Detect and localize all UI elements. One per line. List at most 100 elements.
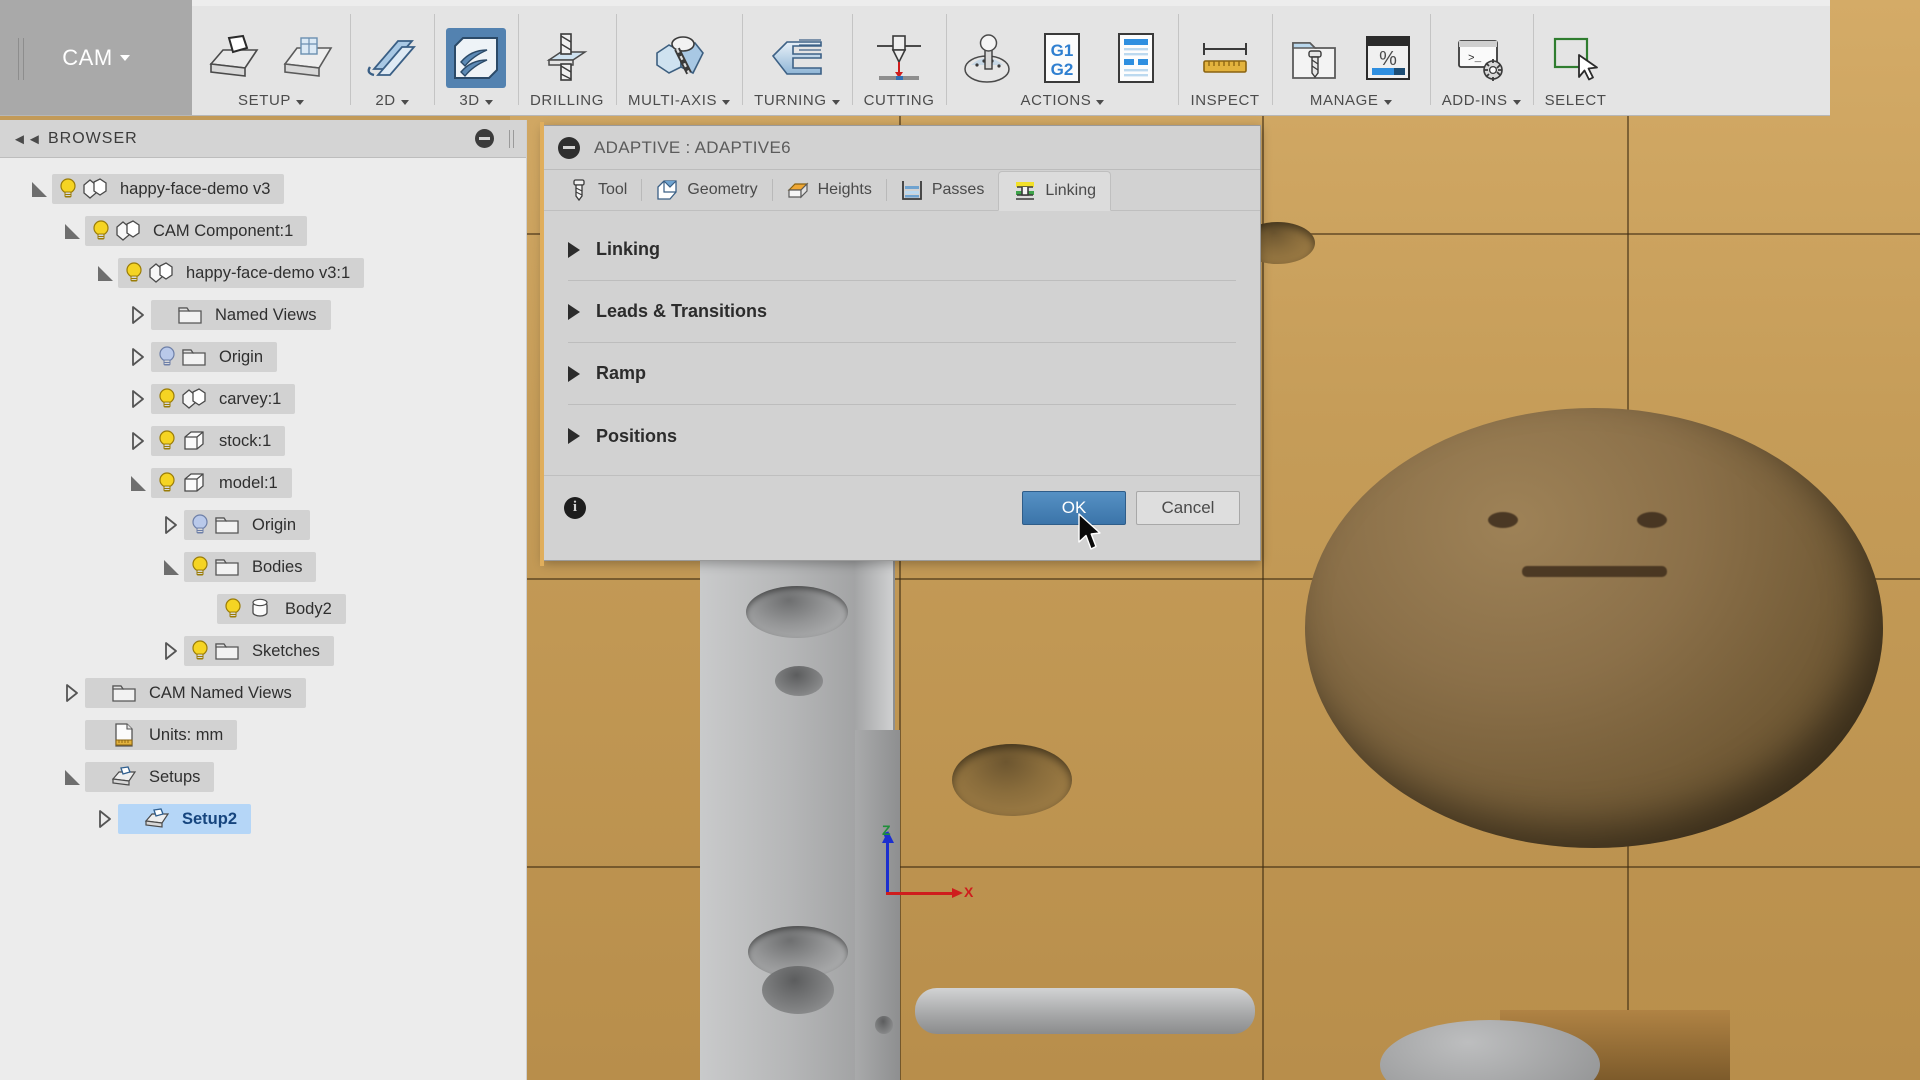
tree-expand-arrow-closed-icon[interactable]: [92, 810, 118, 828]
cancel-button[interactable]: Cancel: [1136, 491, 1240, 525]
tab-passes[interactable]: Passes: [886, 170, 998, 210]
pilot-hole: [775, 666, 823, 696]
tree-expand-arrow-open-icon[interactable]: [59, 770, 85, 785]
lightbulb-on-icon[interactable]: [151, 429, 177, 453]
tree-expand-arrow-open-icon[interactable]: [158, 560, 184, 575]
tree-row[interactable]: Body2: [0, 588, 526, 630]
section-positions[interactable]: Positions: [568, 405, 1236, 467]
tab-geometry[interactable]: Geometry: [641, 170, 771, 210]
tab-linking[interactable]: Linking: [998, 171, 1111, 211]
ok-button[interactable]: OK: [1022, 491, 1126, 525]
tree-expand-arrow-open-icon[interactable]: [26, 182, 52, 197]
tree-row[interactable]: stock:1: [0, 420, 526, 462]
section-ramp[interactable]: Ramp: [568, 343, 1236, 405]
tree-item-named-views[interactable]: Named Views: [151, 300, 331, 330]
tree-row[interactable]: happy-face-demo v3:1: [0, 252, 526, 294]
tree-item-carvey-1[interactable]: carvey:1: [151, 384, 295, 414]
tree-item-label: stock:1: [207, 432, 271, 451]
tree-item-cam-component-1[interactable]: CAM Component:1: [85, 216, 307, 246]
tree-row[interactable]: Setups: [0, 756, 526, 798]
tree-expand-arrow-open-icon[interactable]: [59, 224, 85, 239]
tree-expand-arrow-closed-icon[interactable]: [158, 516, 184, 534]
panel-resize-grip[interactable]: [508, 130, 516, 148]
tool-library-icon[interactable]: [1284, 28, 1344, 88]
double-chevron-left-icon[interactable]: ◄◄: [12, 131, 42, 148]
tree-item-stock-1[interactable]: stock:1: [151, 426, 285, 456]
lightbulb-on-icon[interactable]: [118, 261, 144, 285]
info-icon[interactable]: i: [564, 497, 586, 519]
tree-row[interactable]: Bodies: [0, 546, 526, 588]
units-document-icon: [107, 723, 137, 747]
tree-item-setups[interactable]: Setups: [85, 762, 214, 792]
minimize-circle-icon[interactable]: [558, 137, 580, 159]
lightbulb-on-icon[interactable]: [151, 471, 177, 495]
workspace-switcher-cam[interactable]: CAM: [0, 0, 192, 115]
tree-item-happy-face-demo-v3[interactable]: happy-face-demo v3: [52, 174, 284, 204]
tree-item-origin[interactable]: Origin: [184, 510, 310, 540]
tree-item-label: Origin: [207, 348, 263, 367]
tree-item-setup2[interactable]: Setup2: [118, 804, 251, 834]
section-expand-arrow-icon[interactable]: [568, 428, 580, 444]
lightbulb-on-icon[interactable]: [184, 555, 210, 579]
section-expand-arrow-icon[interactable]: [568, 242, 580, 258]
lightbulb-off-icon[interactable]: [184, 513, 210, 537]
tree-item-body2[interactable]: Body2: [217, 594, 346, 624]
select-cursor-icon[interactable]: [1546, 28, 1606, 88]
tree-row[interactable]: model:1: [0, 462, 526, 504]
tree-row[interactable]: Origin: [0, 504, 526, 546]
new-setup-icon[interactable]: [204, 28, 264, 88]
machining-time-percent-icon[interactable]: %: [1358, 28, 1418, 88]
lightbulb-on-icon[interactable]: [184, 639, 210, 663]
lightbulb-off-icon[interactable]: [151, 345, 177, 369]
tree-expand-arrow-closed-icon[interactable]: [59, 684, 85, 702]
tab-tool[interactable]: Tool: [554, 170, 641, 210]
dialog-titlebar[interactable]: ADAPTIVE : ADAPTIVE6: [544, 126, 1260, 170]
section-leads-transitions[interactable]: Leads & Transitions: [568, 281, 1236, 343]
section-expand-arrow-icon[interactable]: [568, 366, 580, 382]
setup-sheet-icon[interactable]: [1106, 28, 1166, 88]
2d-toolpath-icon[interactable]: [362, 28, 422, 88]
setup-folder-icon[interactable]: [278, 28, 338, 88]
tree-expand-arrow-closed-icon[interactable]: [158, 642, 184, 660]
tree-item-bodies[interactable]: Bodies: [184, 552, 316, 582]
tree-item-units-mm[interactable]: Units: mm: [85, 720, 237, 750]
tree-row[interactable]: Units: mm: [0, 714, 526, 756]
tree-item-origin[interactable]: Origin: [151, 342, 277, 372]
tree-item-sketches[interactable]: Sketches: [184, 636, 334, 666]
drilling-icon[interactable]: [537, 28, 597, 88]
tree-row[interactable]: CAM Component:1: [0, 210, 526, 252]
3d-toolpath-icon[interactable]: [446, 28, 506, 88]
turning-icon[interactable]: [767, 28, 827, 88]
post-process-g1g2-icon[interactable]: G1 G2: [1032, 28, 1092, 88]
tree-row[interactable]: Setup2: [0, 798, 526, 840]
tree-expand-arrow-closed-icon[interactable]: [125, 432, 151, 450]
tree-row[interactable]: Named Views: [0, 294, 526, 336]
toolbar-grip[interactable]: [18, 38, 27, 80]
tree-row[interactable]: CAM Named Views: [0, 672, 526, 714]
lightbulb-on-icon[interactable]: [85, 219, 111, 243]
tree-row[interactable]: Sketches: [0, 630, 526, 672]
lightbulb-on-icon[interactable]: [217, 597, 243, 621]
tree-row[interactable]: happy-face-demo v3: [0, 168, 526, 210]
lightbulb-on-icon[interactable]: [52, 177, 78, 201]
tree-expand-arrow-closed-icon[interactable]: [125, 348, 151, 366]
measure-ruler-icon[interactable]: [1195, 28, 1255, 88]
tree-expand-arrow-closed-icon[interactable]: [125, 390, 151, 408]
scripts-addins-icon[interactable]: >_: [1451, 28, 1511, 88]
tree-item-happy-face-demo-v3-1[interactable]: happy-face-demo v3:1: [118, 258, 364, 288]
multi-axis-icon[interactable]: [649, 28, 709, 88]
tree-item-model-1[interactable]: model:1: [151, 468, 292, 498]
tree-expand-arrow-open-icon[interactable]: [92, 266, 118, 281]
tree-item-cam-named-views[interactable]: CAM Named Views: [85, 678, 306, 708]
tab-heights[interactable]: Heights: [772, 170, 886, 210]
cutting-icon[interactable]: [869, 28, 929, 88]
minimize-circle-icon[interactable]: [475, 129, 494, 148]
section-expand-arrow-icon[interactable]: [568, 304, 580, 320]
lightbulb-on-icon[interactable]: [151, 387, 177, 411]
tree-row[interactable]: Origin: [0, 336, 526, 378]
tree-expand-arrow-closed-icon[interactable]: [125, 306, 151, 324]
tree-row[interactable]: carvey:1: [0, 378, 526, 420]
simulate-icon[interactable]: [958, 28, 1018, 88]
tree-expand-arrow-open-icon[interactable]: [125, 476, 151, 491]
section-linking[interactable]: Linking: [568, 219, 1236, 281]
